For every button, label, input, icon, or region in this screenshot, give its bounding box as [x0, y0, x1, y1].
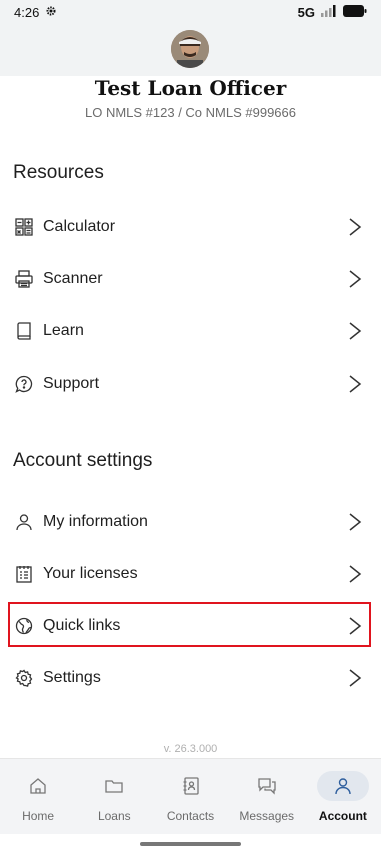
chevron-right-icon [348, 321, 362, 341]
messages-icon [241, 771, 293, 801]
nav-home[interactable]: Home [0, 759, 76, 834]
settings-gear-icon [45, 5, 57, 20]
settings-item-my-information[interactable]: My information [0, 500, 381, 544]
nav-label: Loans [97, 809, 131, 823]
nav-loans[interactable]: Loans [76, 759, 152, 834]
status-time: 4:26 [14, 4, 40, 20]
nav-label: Home [22, 809, 55, 823]
settings-item-label: Your licenses [43, 565, 138, 582]
gear-icon [14, 668, 34, 688]
book-icon [14, 321, 34, 341]
scanner-icon [14, 269, 34, 289]
chevron-right-icon [348, 269, 362, 289]
home-indicator[interactable] [140, 842, 241, 846]
contacts-icon [165, 771, 217, 801]
settings-item-your-licenses[interactable]: Your licenses [0, 552, 381, 596]
license-icon [14, 564, 34, 584]
avatar [171, 30, 209, 68]
chevron-right-icon [348, 668, 362, 688]
profile-name: Test Loan Officer [94, 76, 287, 100]
network-label: 5G [297, 4, 315, 20]
resource-item-label: Scanner [43, 270, 103, 287]
resource-item-label: Support [43, 375, 100, 392]
battery-icon [343, 4, 367, 20]
settings-item-label: My information [43, 513, 148, 530]
resource-item-support[interactable]: Support [0, 362, 381, 406]
home-icon [12, 771, 64, 801]
nav-label: Messages [239, 809, 295, 823]
resource-item-label: Calculator [43, 218, 116, 235]
calculator-icon [14, 217, 34, 237]
resources-heading: Resources [13, 162, 104, 183]
resource-item-scanner[interactable]: Scanner [0, 257, 381, 301]
settings-item-settings[interactable]: Settings [0, 656, 381, 700]
profile-nmls: LO NMLS #123 / Co NMLS #999666 [84, 105, 296, 120]
resource-item-learn[interactable]: Learn [0, 309, 381, 353]
chevron-right-icon [348, 217, 362, 237]
status-bar: 4:26 5G [0, 0, 381, 24]
folder-icon [88, 771, 140, 801]
chevron-right-icon [348, 374, 362, 394]
bottom-navigation: Home Loans Contacts Messages Account [0, 758, 381, 834]
quick-links-highlight-box [8, 602, 371, 647]
chevron-right-icon [348, 564, 362, 584]
settings-item-label: Settings [43, 669, 101, 686]
chevron-right-icon [348, 512, 362, 532]
nav-account[interactable]: Account [305, 759, 381, 834]
app-version: v. 26.3.000 [163, 743, 218, 755]
resource-item-calculator[interactable]: Calculator [0, 205, 381, 249]
resource-item-label: Learn [43, 322, 84, 339]
status-right: 5G [297, 4, 367, 20]
support-icon [14, 374, 34, 394]
nav-label: Contacts [166, 809, 215, 823]
nav-label: Account [318, 809, 367, 823]
signal-icon [321, 4, 337, 20]
person-icon [14, 512, 34, 532]
nav-messages[interactable]: Messages [229, 759, 305, 834]
nav-contacts[interactable]: Contacts [152, 759, 228, 834]
account-settings-heading: Account settings [13, 450, 153, 471]
account-icon [316, 771, 369, 801]
